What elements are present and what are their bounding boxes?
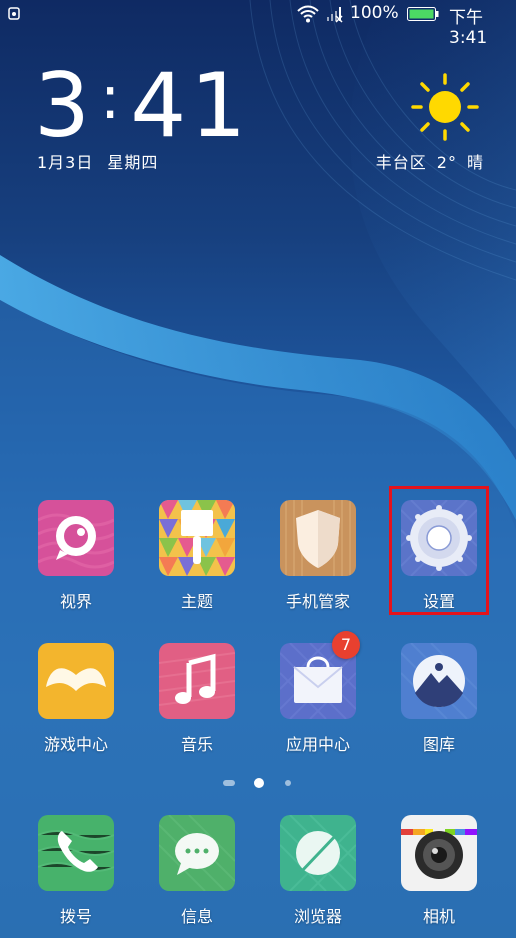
app-label: 相机: [422, 907, 455, 926]
app-yinyue[interactable]: 音乐: [147, 643, 247, 763]
game-controller-icon: [38, 643, 114, 719]
app-yingyongzhongxin[interactable]: 7 应用中心: [268, 631, 368, 763]
clock-hour: 3: [34, 54, 94, 157]
page-dot-1[interactable]: [223, 780, 235, 786]
weather-temperature: 2°: [436, 153, 457, 172]
page-dot-3[interactable]: [285, 780, 291, 786]
app-label: 手机管家: [285, 592, 350, 611]
weather-condition: 晴: [466, 153, 484, 172]
app-label: 应用中心: [285, 735, 350, 754]
app-label: 信息: [180, 907, 213, 926]
app-label: 音乐: [180, 735, 213, 754]
notification-badge: 7: [332, 631, 360, 659]
weather-label: 丰台区 2° 晴: [376, 149, 484, 173]
page-indicator[interactable]: [0, 776, 516, 792]
date-label: 1月3日 星期四: [37, 149, 158, 173]
app-tuku[interactable]: 图库: [389, 643, 489, 763]
app-zhuti[interactable]: 主题: [147, 500, 247, 620]
app-label: 拨号: [59, 907, 92, 926]
gallery-icon: [401, 643, 477, 719]
date-text: 1月3日: [37, 153, 94, 172]
dock-app-liulanqi[interactable]: 浏览器: [268, 815, 368, 935]
app-label: 视界: [59, 592, 92, 611]
dock-app-xinxi[interactable]: 信息: [147, 815, 247, 935]
page-dot-2-current[interactable]: [254, 778, 264, 788]
dock-app-xiangji[interactable]: 相机: [389, 815, 489, 935]
app-label: 游戏中心: [43, 735, 108, 754]
battery-icon: [407, 7, 439, 21]
settings-highlight-box: [389, 486, 489, 615]
message-icon: [159, 815, 235, 891]
weekday-text: 星期四: [107, 153, 159, 172]
dock-app-bohao[interactable]: 拨号: [26, 815, 126, 935]
clock-minute: 41: [130, 54, 251, 157]
music-note-icon: [159, 643, 235, 719]
camera-icon: [401, 815, 477, 891]
sun-icon[interactable]: [410, 72, 480, 142]
status-time: 下午3:41: [449, 8, 488, 48]
clock-widget[interactable]: 3:41: [34, 52, 250, 152]
status-bar: 100% 下午3:41: [0, 0, 516, 48]
battery-percent: 100%: [350, 3, 399, 23]
app-label: 浏览器: [293, 907, 342, 926]
theme-brush-icon: [159, 500, 235, 576]
notification-icon: [8, 7, 20, 20]
browser-icon: [280, 815, 356, 891]
app-label: 图库: [422, 735, 455, 754]
weather-location: 丰台区: [375, 153, 427, 172]
wifi-icon: [297, 5, 319, 23]
video-eye-icon: [38, 500, 114, 576]
app-label: 主题: [180, 592, 213, 611]
home-screen: 100% 下午3:41 3:41 1月3日 星期四 丰台区 2° 晴 视界 主…: [0, 0, 516, 938]
app-youxizhongxin[interactable]: 游戏中心: [26, 643, 126, 763]
app-shoujiguanjia[interactable]: 手机管家: [268, 500, 368, 620]
shield-icon: [280, 500, 356, 576]
signal-icon: [327, 7, 343, 23]
phone-icon: [38, 815, 114, 891]
app-shijie[interactable]: 视界: [26, 500, 126, 620]
clock-colon: :: [100, 63, 125, 133]
